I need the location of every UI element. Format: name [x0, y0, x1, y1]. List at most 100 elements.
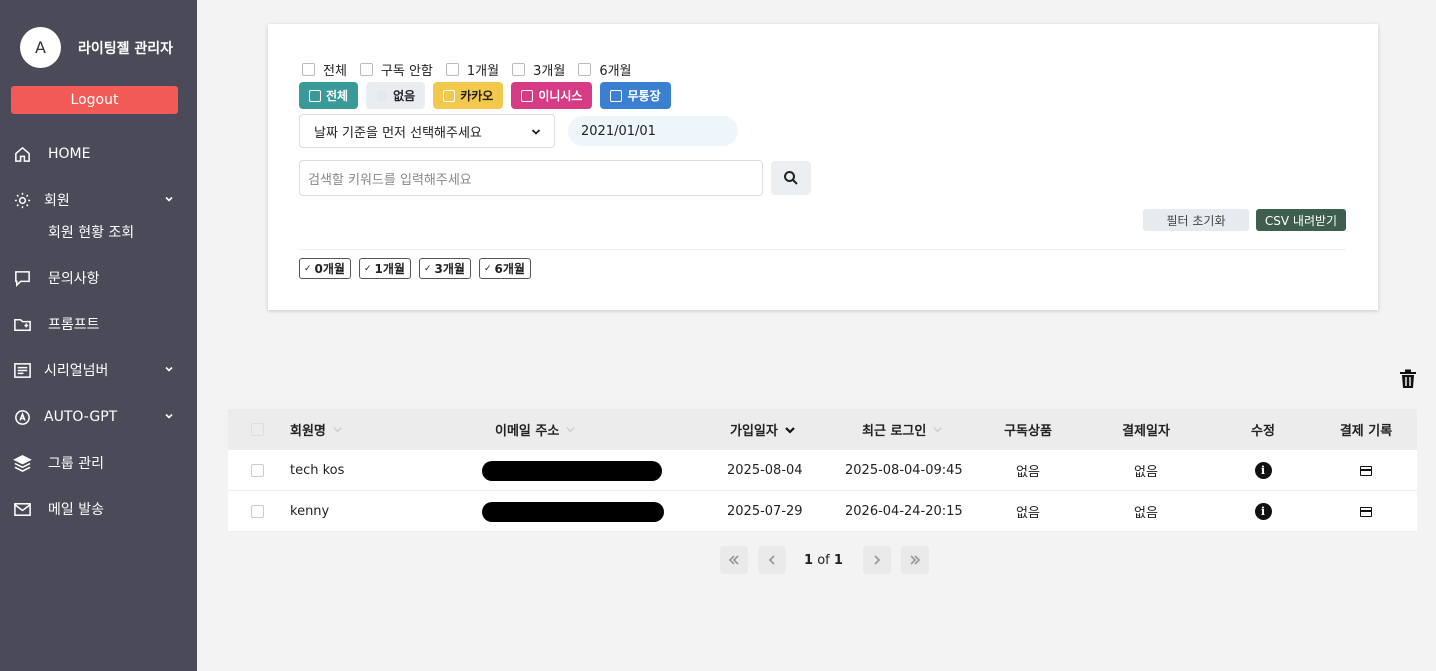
check-icon: ✓ — [304, 263, 312, 274]
payment-chip-inicis[interactable]: 이니시스 — [511, 82, 593, 109]
prev-page-button[interactable] — [758, 546, 786, 574]
checkbox[interactable] — [359, 63, 373, 76]
column-header-edit: 수정 — [1251, 424, 1275, 439]
column-header-joined[interactable]: 가입일자 — [730, 409, 796, 450]
option-label: 3개월 — [533, 64, 566, 79]
tag-label: 0개월 — [314, 262, 345, 276]
sidebar-item-auto-gpt[interactable]: AUTO-GPT — [13, 405, 183, 429]
sidebar-item-groups[interactable]: 그룹 관리 — [13, 451, 183, 475]
chevron-left-icon — [768, 555, 775, 565]
table-row: tech kos 2025-08-04 2025-08-04-09:45 없음 … — [228, 450, 1417, 491]
payment-chip-kakao[interactable]: 카카오 — [433, 82, 504, 109]
date-criteria-select[interactable]: 날짜 기준을 먼저 선택해주세요 — [299, 114, 555, 148]
logout-button[interactable]: Logout — [11, 86, 178, 114]
sidebar-item-label: 그룹 관리 — [48, 456, 104, 472]
select-all-checkbox[interactable] — [251, 423, 264, 436]
tag-label: 6개월 — [494, 262, 525, 276]
row-checkbox[interactable] — [251, 505, 264, 518]
credit-card-icon[interactable] — [1360, 506, 1372, 517]
home-icon — [15, 146, 30, 162]
search-button[interactable] — [771, 161, 811, 195]
filter-tag[interactable]: ✓ 6개월 — [478, 258, 531, 279]
checkbox[interactable] — [578, 63, 592, 76]
sidebar-subitem-member-status[interactable]: 회원 현황 조회 — [48, 222, 134, 242]
chip-label: 카카오 — [460, 89, 494, 103]
info-icon[interactable]: i — [1254, 503, 1272, 520]
info-icon[interactable]: i — [1254, 462, 1272, 479]
subscription-option-none[interactable]: 구독 안함 — [359, 60, 433, 79]
edit-cell: i — [1233, 450, 1293, 491]
member-name: tech kos — [290, 463, 345, 478]
check-icon: ✓ — [423, 263, 432, 274]
chevron-down-icon — [165, 413, 173, 419]
subscription-option-1m[interactable]: 1개월 — [445, 60, 499, 79]
chevron-right-icon — [874, 555, 881, 565]
admin-name: 라이팅젤 관리자 — [78, 40, 174, 57]
option-label: 6개월 — [599, 64, 632, 79]
option-label: 구독 안함 — [380, 64, 433, 79]
checkbox[interactable] — [302, 63, 315, 76]
sidebar-item-prompts[interactable]: 프롬프트 — [13, 312, 183, 336]
check-icon: ✓ — [363, 263, 372, 274]
column-header-last-login[interactable]: 최근 로그인 — [862, 409, 943, 450]
column-header-payment-date: 결제일자 — [1122, 424, 1170, 439]
select-all-cell — [251, 409, 264, 450]
row-select-cell — [251, 450, 264, 491]
subscription-option-6m[interactable]: 6개월 — [578, 60, 632, 79]
tag-label: 3개월 — [434, 262, 465, 276]
tag-label: 1개월 — [374, 262, 405, 276]
sort-icon — [566, 427, 575, 433]
filter-tag[interactable]: ✓ 3개월 — [418, 258, 471, 279]
sidebar-item-mail[interactable]: 메일 발송 — [13, 497, 183, 521]
payment-chip-bank[interactable]: 무통장 — [600, 82, 671, 109]
redaction-bar — [482, 501, 664, 522]
message-icon — [15, 270, 30, 287]
sort-icon — [333, 427, 342, 433]
column-header-email[interactable]: 이메일 주소 — [495, 409, 576, 450]
reset-filter-button[interactable]: 필터 초기화 — [1143, 209, 1249, 231]
sidebar-item-label: 시리얼넘버 — [44, 363, 109, 379]
column-label: 이메일 주소 — [495, 424, 560, 439]
sidebar-item-label: 문의사항 — [48, 271, 100, 287]
payment-chip-none[interactable]: 없음 — [366, 82, 426, 109]
csv-download-button[interactable]: CSV 내려받기 — [1256, 209, 1346, 231]
next-page-button[interactable] — [862, 546, 891, 574]
column-header-payment-history: 결제 기록 — [1339, 424, 1393, 439]
checkbox-icon — [610, 89, 623, 102]
date-input[interactable]: 2021/01/01 — [568, 116, 738, 146]
gear-user-icon — [14, 192, 31, 208]
sidebar-item-label: AUTO-GPT — [44, 409, 118, 425]
sidebar-item-home[interactable]: HOME — [13, 142, 183, 166]
trash-icon[interactable] — [1399, 369, 1417, 389]
checkbox[interactable] — [445, 63, 459, 76]
last-login: 2026-04-24-20:15 — [845, 504, 963, 519]
chevron-down-icon — [165, 366, 173, 372]
row-checkbox[interactable] — [251, 464, 264, 477]
filter-tag[interactable]: ✓ 0개월 — [299, 258, 351, 279]
chip-label: 무통장 — [627, 89, 661, 103]
filter-tag[interactable]: ✓ 1개월 — [358, 258, 411, 279]
last-page-button[interactable] — [900, 546, 929, 574]
search-input[interactable]: 검색할 키워드를 입력해주세요 — [299, 160, 763, 196]
page-of-label: of — [817, 552, 830, 568]
mail-icon — [14, 502, 31, 516]
subscription-option-3m[interactable]: 3개월 — [512, 60, 565, 79]
sidebar-item-members[interactable]: 회원 — [13, 188, 183, 212]
total-pages: 1 — [833, 552, 843, 568]
payment-chip-all[interactable]: 전체 — [299, 82, 359, 109]
subscription-option-all[interactable]: 전체 — [302, 60, 347, 79]
column-header-name[interactable]: 회원명 — [290, 409, 343, 450]
column-label: 가입일자 — [730, 424, 778, 439]
subscription-product: 없음 — [1016, 506, 1040, 521]
sidebar-item-serial[interactable]: 시리얼넘버 — [13, 358, 183, 382]
column-label: 회원명 — [290, 424, 326, 439]
checkbox[interactable] — [512, 63, 526, 76]
column-header-product: 구독상품 — [1004, 424, 1052, 439]
table-row: kenny 2025-07-29 2026-04-24-20:15 없음 없음 … — [228, 491, 1417, 532]
checkbox-icon — [443, 89, 456, 102]
column-label: 최근 로그인 — [862, 424, 927, 439]
credit-card-icon[interactable] — [1360, 465, 1372, 476]
first-page-button[interactable] — [720, 546, 748, 574]
subscription-product: 없음 — [1016, 465, 1040, 480]
sidebar-item-inquiries[interactable]: 문의사항 — [13, 266, 183, 290]
